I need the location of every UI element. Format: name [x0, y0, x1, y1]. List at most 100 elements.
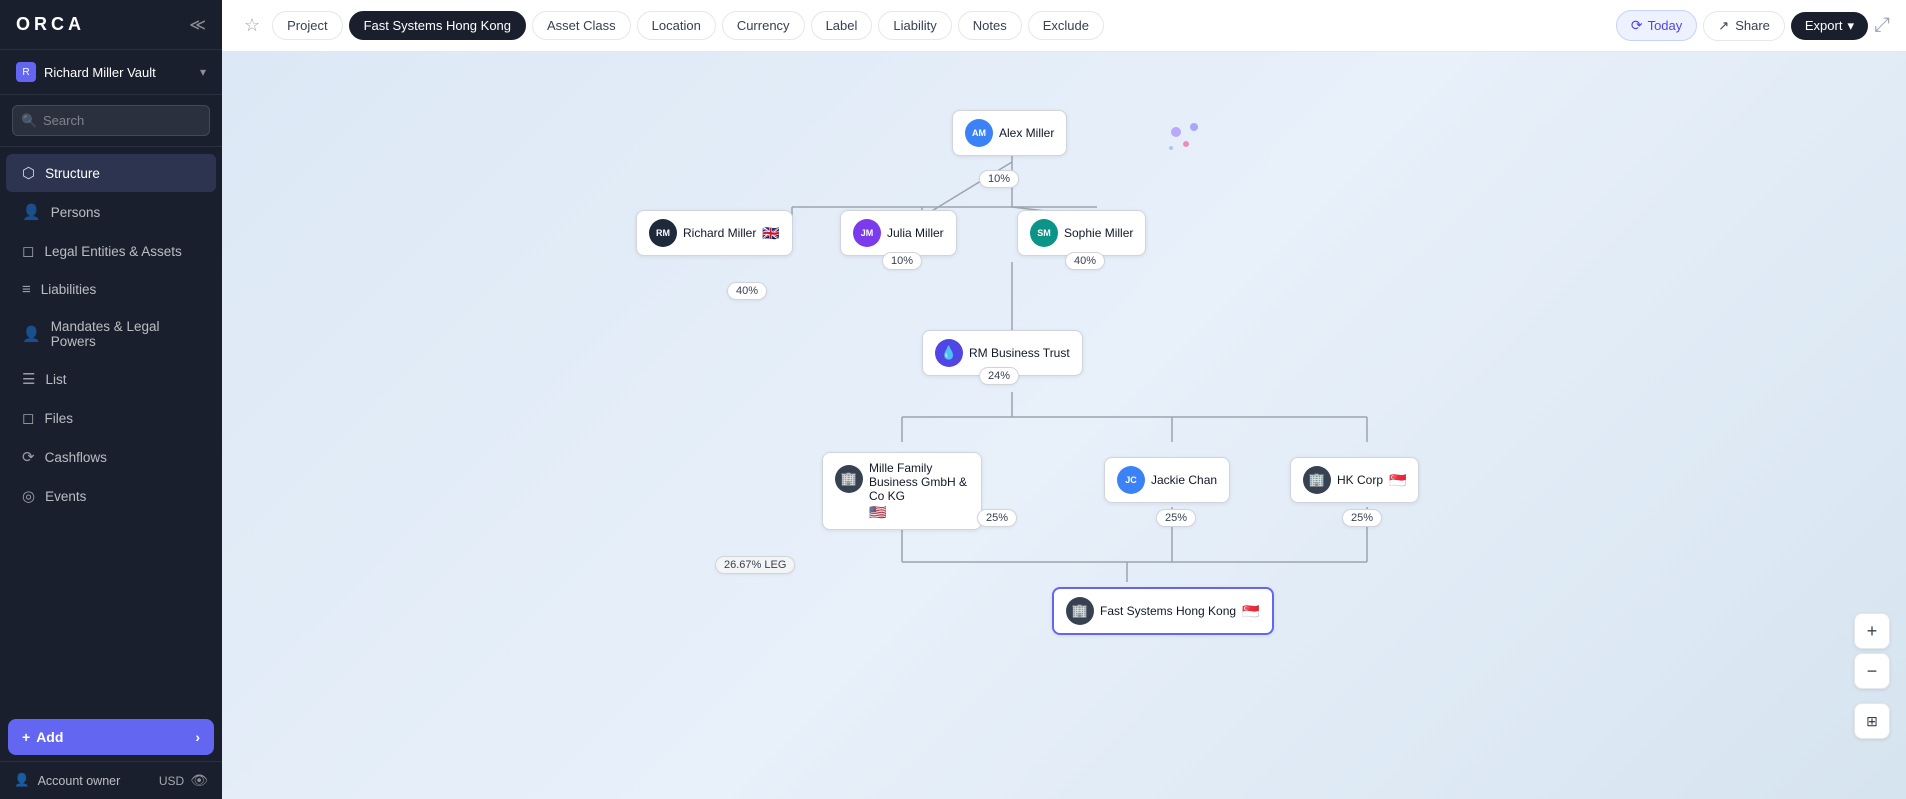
liability-button[interactable]: Liability — [878, 11, 951, 40]
location-button[interactable]: Location — [637, 11, 716, 40]
orca-logo: ORCA — [16, 14, 85, 35]
node-richard-miller[interactable]: RM Richard Miller 🇬🇧 — [636, 210, 793, 256]
avatar-sophie: SM — [1030, 219, 1058, 247]
add-arrow-icon: › — [195, 729, 200, 745]
node-fast-systems[interactable]: 🏢 Fast Systems Hong Kong 🇸🇬 — [1052, 587, 1274, 635]
structure-icon: ⬡ — [22, 164, 35, 182]
project-button[interactable]: Project — [272, 11, 342, 40]
share-button[interactable]: ↗ Share — [1703, 11, 1785, 41]
avatar-julia: JM — [853, 219, 881, 247]
sidebar-item-mandates[interactable]: 👤 Mandates & Legal Powers — [6, 309, 216, 359]
node-label-jackie: Jackie Chan — [1151, 473, 1217, 487]
pct-badge-25-hk: 25% — [1342, 509, 1382, 527]
node-julia-miller[interactable]: JM Julia Miller — [840, 210, 957, 256]
currency-button[interactable]: Currency — [722, 11, 805, 40]
sidebar-item-label: List — [45, 372, 66, 387]
sidebar-header: ORCA ≪ — [0, 0, 222, 50]
today-button[interactable]: ⟳ Today — [1616, 10, 1697, 41]
files-icon: ◻ — [22, 409, 34, 427]
node-alex-miller[interactable]: AM Alex Miller — [952, 110, 1067, 156]
currency-filter-label: Currency — [737, 18, 790, 33]
vault-icon: R — [16, 62, 36, 82]
pct-badge-25-mille: 25% — [977, 509, 1017, 527]
star-button[interactable]: ☆ — [238, 15, 266, 36]
node-hk-corp[interactable]: 🏢 HK Corp 🇸🇬 — [1290, 457, 1419, 503]
account-owner-label: Account owner — [38, 774, 121, 788]
entity-icon-rm-trust: 💧 — [935, 339, 963, 367]
flag-mille: 🇺🇸 — [869, 504, 969, 521]
share-icon: ↗ — [1718, 18, 1729, 34]
location-label: Location — [652, 18, 701, 33]
sidebar-item-structure[interactable]: ⬡ Structure — [6, 154, 216, 192]
node-label-fast-systems: Fast Systems Hong Kong — [1100, 604, 1236, 618]
sidebar-item-label: Liabilities — [41, 282, 97, 297]
connectors-svg — [222, 52, 1906, 799]
exclude-label: Exclude — [1043, 18, 1089, 33]
flag-hk-corp: 🇸🇬 — [1389, 472, 1406, 489]
node-label-julia: Julia Miller — [887, 226, 944, 240]
persons-icon: 👤 — [22, 203, 41, 221]
account-person-icon: 👤 — [14, 773, 30, 788]
zoom-in-button[interactable]: + — [1854, 613, 1890, 649]
node-label-alex: Alex Miller — [999, 126, 1054, 140]
events-icon: ◎ — [22, 487, 35, 505]
sidebar-item-list[interactable]: ☰ List — [6, 360, 216, 398]
active-filter-button[interactable]: Fast Systems Hong Kong — [349, 11, 526, 40]
avatar-alex: AM — [965, 119, 993, 147]
pct-badge-10-julia: 10% — [882, 252, 922, 270]
vault-selector[interactable]: R Richard Miller Vault ▾ — [0, 50, 222, 95]
sidebar-item-cashflows[interactable]: ⟳ Cashflows — [6, 438, 216, 476]
flag-richard: 🇬🇧 — [762, 225, 779, 242]
decorative-dots — [1166, 122, 1206, 157]
legal-entities-icon: ◻ — [22, 242, 34, 260]
fullscreen-button[interactable]: ⤢ — [1874, 14, 1890, 37]
entity-icon-fast-systems: 🏢 — [1066, 597, 1094, 625]
sidebar-item-label: Mandates & Legal Powers — [51, 319, 200, 349]
sidebar-item-liabilities[interactable]: ≡ Liabilities — [6, 271, 216, 308]
today-icon: ⟳ — [1631, 17, 1643, 34]
visibility-icon[interactable]: 👁 — [190, 772, 208, 789]
today-label: Today — [1648, 18, 1683, 33]
node-mille-family[interactable]: 🏢 Mille Family Business GmbH & Co KG 🇺🇸 — [822, 452, 982, 530]
add-button[interactable]: + Add › — [8, 719, 214, 755]
label-button[interactable]: Label — [811, 11, 873, 40]
active-filter-label: Fast Systems Hong Kong — [364, 18, 511, 33]
liability-label: Liability — [893, 18, 936, 33]
pct-badge-leg: 26.67% LEG — [715, 556, 795, 574]
sidebar-item-label: Persons — [51, 205, 101, 220]
sidebar-item-label: Cashflows — [45, 450, 107, 465]
vault-name: Richard Miller Vault — [44, 65, 156, 80]
layout-button[interactable]: ⊞ — [1854, 703, 1890, 739]
zoom-controls: + − ⊞ — [1854, 613, 1890, 739]
sidebar-item-files[interactable]: ◻ Files — [6, 399, 216, 437]
notes-button[interactable]: Notes — [958, 11, 1022, 40]
share-label: Share — [1735, 18, 1770, 33]
zoom-out-button[interactable]: − — [1854, 653, 1890, 689]
entity-icon-hk-corp: 🏢 — [1303, 466, 1331, 494]
currency-label: USD — [159, 774, 184, 788]
sidebar-item-events[interactable]: ◎ Events — [6, 477, 216, 515]
node-sophie-miller[interactable]: SM Sophie Miller — [1017, 210, 1146, 256]
pct-badge-24: 24% — [979, 367, 1019, 385]
node-jackie-chan[interactable]: JC Jackie Chan — [1104, 457, 1230, 503]
export-button[interactable]: Export ▾ — [1791, 12, 1868, 40]
pct-badge-40-sophie: 40% — [1065, 252, 1105, 270]
sidebar-item-label: Events — [45, 489, 86, 504]
search-container: 🔍 — [0, 95, 222, 147]
search-input[interactable] — [12, 105, 210, 136]
collapse-button[interactable]: ≪ — [189, 15, 206, 35]
pct-badge-40-left: 40% — [727, 282, 767, 300]
list-icon: ☰ — [22, 370, 35, 388]
sidebar-item-persons[interactable]: 👤 Persons — [6, 193, 216, 231]
add-icon: + — [22, 729, 30, 745]
account-footer: 👤 Account owner USD 👁 — [0, 761, 222, 799]
canvas[interactable]: AM Alex Miller RM Richard Miller 🇬🇧 JM J… — [222, 52, 1906, 799]
cashflows-icon: ⟳ — [22, 448, 35, 466]
toolbar: ☆ Project Fast Systems Hong Kong Asset C… — [222, 0, 1906, 52]
asset-class-button[interactable]: Asset Class — [532, 11, 631, 40]
avatar-richard: RM — [649, 219, 677, 247]
sidebar-item-label: Structure — [45, 166, 100, 181]
asset-class-label: Asset Class — [547, 18, 616, 33]
sidebar-item-legal-entities[interactable]: ◻ Legal Entities & Assets — [6, 232, 216, 270]
exclude-button[interactable]: Exclude — [1028, 11, 1104, 40]
